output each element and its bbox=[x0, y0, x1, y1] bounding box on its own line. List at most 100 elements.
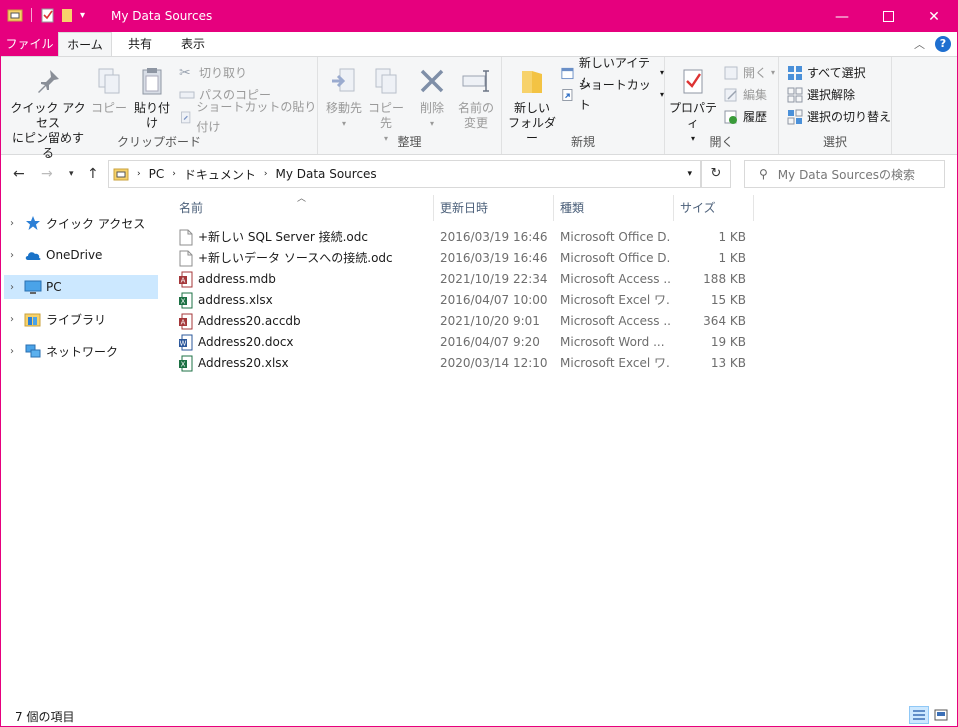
copy-button[interactable]: コピー bbox=[91, 65, 127, 116]
search-icon: ⚲ bbox=[759, 167, 768, 181]
open-label: 開く bbox=[743, 66, 768, 80]
paste-button[interactable]: 貼り付け bbox=[129, 65, 175, 131]
open-button[interactable]: 開く ▾ bbox=[723, 63, 775, 83]
file-size: 188 KB bbox=[703, 272, 746, 286]
file-date: 2021/10/19 22:34 bbox=[440, 272, 548, 286]
tab-view[interactable]: 表示 bbox=[167, 32, 219, 56]
nav-item-pc[interactable]: › PC bbox=[4, 275, 158, 299]
file-row[interactable]: A Address20.accdb 2021/10/20 9:01 Microso… bbox=[173, 311, 753, 332]
excel-file-icon: X bbox=[179, 292, 193, 309]
address-bar[interactable]: › PC › ドキュメント › My Data Sources ▾ bbox=[108, 160, 701, 188]
delete-button[interactable]: 削除 ▾ bbox=[414, 65, 450, 131]
file-size: 15 KB bbox=[710, 293, 746, 307]
new-folder-qat-icon[interactable] bbox=[60, 7, 76, 23]
status-bar: 7 個の項目 bbox=[1, 704, 957, 726]
close-button[interactable]: ✕ bbox=[911, 1, 957, 32]
nav-item-quick-access[interactable]: › クイック アクセス bbox=[4, 211, 158, 235]
ribbon: クイック アクセス にピン留めする コピー 貼り付け ✂ 切り取り パスのコピー bbox=[1, 56, 957, 160]
expand-chevron-icon[interactable]: › bbox=[4, 250, 20, 261]
file-date: 2020/03/14 12:10 bbox=[440, 356, 548, 370]
folder-app-icon[interactable] bbox=[7, 7, 23, 23]
copy-to-label: コピー先 bbox=[367, 101, 404, 130]
organize-group: 移動先 ▾ コピー先 ▾ 削除 ▾ 名前の 変更 整理 bbox=[318, 57, 502, 154]
help-icon[interactable]: ? bbox=[935, 36, 951, 52]
collapse-ribbon-icon[interactable]: ︿ bbox=[914, 36, 925, 52]
move-to-button[interactable]: 移動先 ▾ bbox=[322, 65, 366, 131]
invert-selection-button[interactable]: 選択の切り替え bbox=[787, 107, 891, 127]
chevron-down-icon: ▾ bbox=[659, 90, 664, 99]
organize-group-label: 整理 bbox=[397, 135, 422, 149]
column-header-size[interactable]: サイズ bbox=[674, 195, 754, 221]
new-folder-icon bbox=[522, 71, 542, 93]
chevron-down-icon[interactable]: ▾ bbox=[80, 10, 85, 21]
nav-item-onedrive[interactable]: › OneDrive bbox=[4, 243, 158, 267]
select-all-button[interactable]: すべて選択 bbox=[787, 63, 866, 83]
properties-qat-icon[interactable] bbox=[40, 7, 56, 23]
minimize-button[interactable]: — bbox=[819, 1, 865, 32]
maximize-button[interactable] bbox=[865, 1, 911, 32]
rename-button[interactable]: 名前の 変更 bbox=[454, 65, 498, 131]
tab-share[interactable]: 共有 bbox=[114, 32, 166, 56]
maximize-icon bbox=[882, 11, 894, 22]
search-placeholder: My Data Sourcesの検索 bbox=[777, 167, 916, 182]
paste-shortcut-button[interactable]: ショートカットの貼り付け bbox=[179, 100, 317, 134]
expand-chevron-icon[interactable]: › bbox=[4, 314, 20, 325]
column-header-date[interactable]: 更新日時 bbox=[434, 195, 554, 221]
file-type: Microsoft Excel ワ... bbox=[560, 293, 670, 307]
forward-arrow-icon[interactable]: → bbox=[41, 166, 53, 182]
expand-chevron-icon[interactable]: › bbox=[4, 218, 20, 229]
file-name: Address20.accdb bbox=[198, 314, 301, 328]
title-bar[interactable]: ▾ My Data Sources — ✕ bbox=[1, 1, 957, 32]
file-row[interactable]: +新しいデータ ソースへの接続.odc 2016/03/19 16:46 Mic… bbox=[173, 248, 753, 269]
refresh-button[interactable]: ↻ bbox=[701, 160, 731, 188]
file-row[interactable]: X Address20.xlsx 2020/03/14 12:10 Microso… bbox=[173, 353, 753, 374]
recent-locations-chevron-icon[interactable]: ▾ bbox=[69, 169, 74, 179]
tab-file[interactable]: ファイル bbox=[1, 32, 58, 56]
breadcrumb-documents[interactable]: ドキュメント bbox=[184, 166, 256, 183]
select-none-button[interactable]: 選択解除 bbox=[787, 85, 855, 105]
scissors-icon: ✂ bbox=[179, 65, 191, 81]
column-header-name[interactable]: 名前 bbox=[173, 195, 434, 221]
expand-chevron-icon[interactable]: › bbox=[4, 282, 20, 293]
details-view-button[interactable] bbox=[909, 706, 929, 724]
quick-access-toolbar: ▾ bbox=[7, 7, 85, 23]
tab-home[interactable]: ホーム bbox=[58, 32, 112, 56]
history-icon bbox=[724, 110, 737, 124]
file-type: Microsoft Access ... bbox=[560, 314, 670, 328]
file-row[interactable]: +新しい SQL Server 接続.odc 2016/03/19 16:46 … bbox=[173, 227, 753, 248]
column-header-type[interactable]: 種類 bbox=[554, 195, 674, 221]
large-icons-view-button[interactable] bbox=[931, 706, 951, 724]
nav-item-network[interactable]: › ネットワーク bbox=[4, 339, 158, 363]
expand-chevron-icon[interactable]: › bbox=[4, 346, 20, 357]
cut-button[interactable]: ✂ 切り取り bbox=[179, 63, 247, 83]
file-name: Address20.xlsx bbox=[198, 356, 289, 370]
back-arrow-icon[interactable]: ← bbox=[13, 166, 25, 182]
breadcrumb-my-data-sources[interactable]: My Data Sources bbox=[275, 167, 376, 181]
file-date: 2021/10/20 9:01 bbox=[440, 314, 540, 328]
ribbon-controls: ︿ ? bbox=[914, 36, 951, 52]
pin-icon bbox=[38, 70, 59, 93]
close-icon: ✕ bbox=[928, 8, 940, 25]
file-row[interactable]: Aaddress.mdb 2021/10/19 22:34 Microsoft … bbox=[173, 269, 753, 290]
edit-button[interactable]: 編集 bbox=[723, 85, 767, 105]
file-row[interactable]: Xaddress.xlsx 2016/04/07 10:00 Microsoft… bbox=[173, 290, 753, 311]
file-type: Microsoft Excel ワ... bbox=[560, 356, 670, 370]
file-row[interactable]: W Address20.docx 2016/04/07 9:20 Microsof… bbox=[173, 332, 753, 353]
clipboard-group: クイック アクセス にピン留めする コピー 貼り付け ✂ 切り取り パスのコピー bbox=[1, 57, 318, 160]
address-dropdown-icon[interactable]: ▾ bbox=[687, 169, 692, 179]
copy-path-icon bbox=[179, 91, 195, 99]
history-button[interactable]: 履歴 bbox=[723, 107, 767, 127]
edit-label: 編集 bbox=[743, 88, 768, 102]
delete-label: 削除 bbox=[419, 101, 444, 115]
file-date: 2016/04/07 9:20 bbox=[440, 335, 540, 349]
search-box[interactable]: ⚲ My Data Sourcesの検索 bbox=[744, 160, 945, 188]
properties-label: プロパティ bbox=[668, 101, 717, 130]
nav-item-libraries[interactable]: › ライブラリ bbox=[4, 307, 158, 331]
excel-file-icon: X bbox=[179, 355, 193, 372]
shortcut-button[interactable]: ショートカット ▾ bbox=[560, 78, 664, 112]
breadcrumb-pc[interactable]: PC bbox=[149, 167, 165, 181]
paste-icon bbox=[142, 68, 162, 95]
up-arrow-icon[interactable]: ↑ bbox=[87, 166, 99, 182]
file-size: 1 KB bbox=[718, 251, 746, 265]
folder-location-icon bbox=[113, 168, 129, 181]
